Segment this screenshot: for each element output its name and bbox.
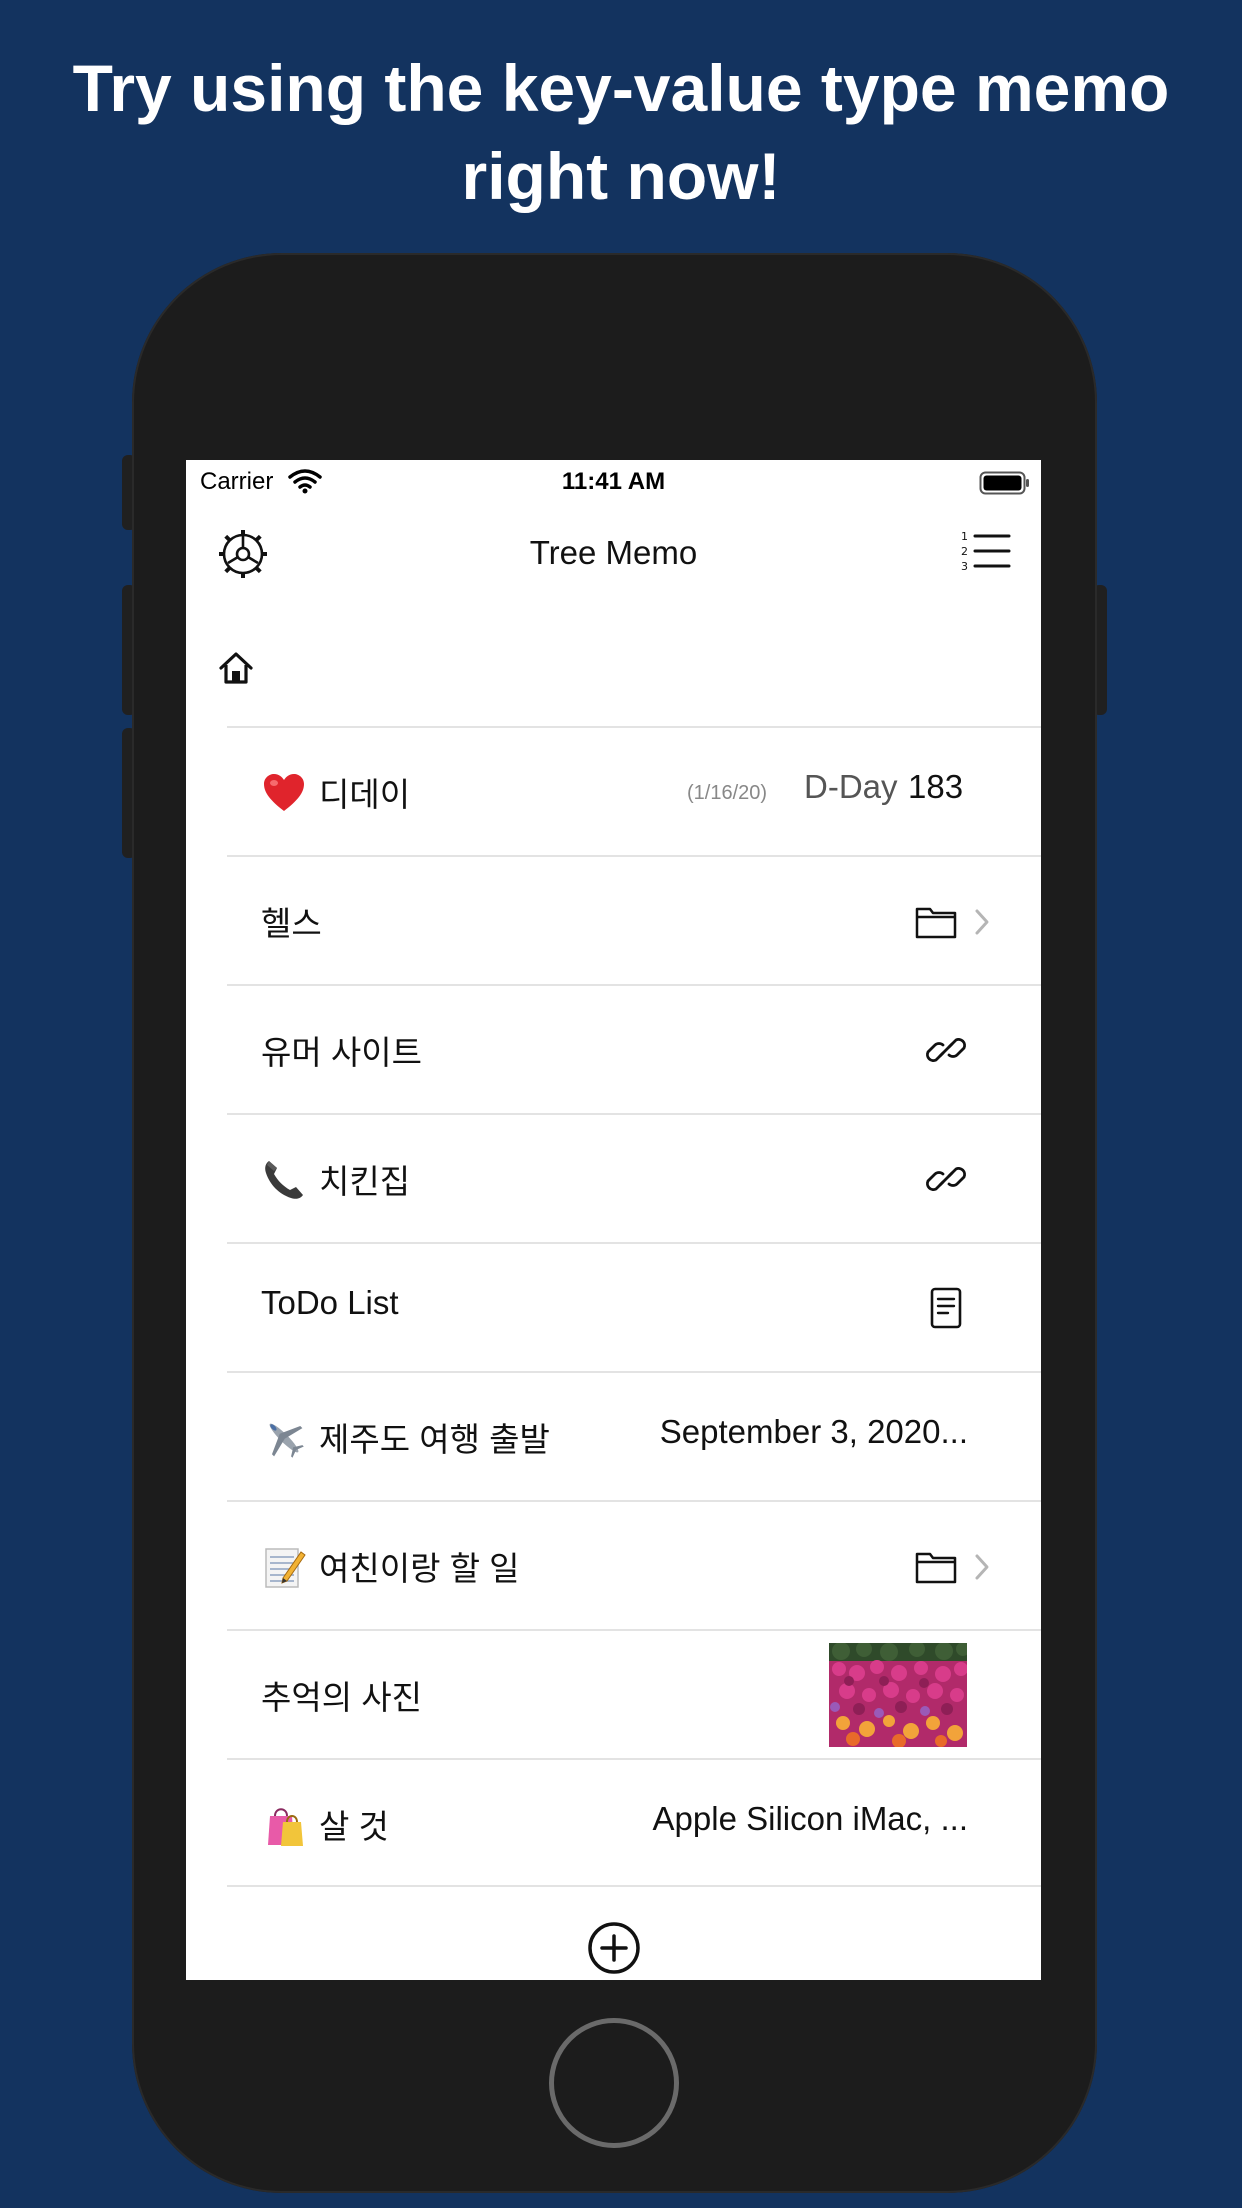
add-circle-icon[interactable] [587, 1921, 641, 1975]
navigation-bar: Tree Memo 1 2 3 [186, 504, 1041, 604]
svg-text:1: 1 [961, 530, 968, 543]
row-title: 유머 사이트 [261, 1034, 422, 1071]
row-title: 제주도 여행 출발 [319, 1421, 550, 1458]
chevron-right-icon [975, 1554, 989, 1580]
folder-icon [915, 1552, 957, 1584]
list-item-document[interactable]: ToDo List [227, 1242, 1041, 1371]
memo-list: 디데이 (1/16/20) D-Day 183 헬스 유머 사이트 치킨집 To… [227, 726, 1041, 1887]
headline: Try using the key-value type memo right … [72, 51, 1170, 213]
row-value: Apple Silicon iMac, ... [652, 1800, 968, 1837]
shopping-bags-icon [268, 1808, 303, 1846]
link-icon [926, 1167, 966, 1191]
svg-text:2: 2 [961, 545, 968, 558]
dday-date: (1/16/20) [687, 782, 768, 804]
airplane-icon [269, 1423, 304, 1458]
row-value: September 3, 2020... [659, 1413, 968, 1450]
memo-icon [265, 1548, 306, 1588]
row-title: 여친이랑 할 일 [319, 1550, 520, 1587]
list-item-text[interactable]: 살 것 Apple Silicon iMac, ... [227, 1758, 1041, 1887]
list-item-link[interactable]: 유머 사이트 [227, 984, 1041, 1113]
status-bar: Carrier 11:41 AM [186, 460, 1041, 504]
list-item-dday[interactable]: 디데이 (1/16/20) D-Day 183 [227, 726, 1041, 855]
list-item-folder[interactable]: 헬스 [227, 855, 1041, 984]
status-time: 11:41 AM [561, 468, 666, 495]
row-title: 살 것 [319, 1808, 389, 1845]
list-item-link[interactable]: 치킨집 [227, 1113, 1041, 1242]
heart-icon [264, 774, 304, 811]
row-title: 헬스 [261, 905, 322, 942]
list-item-folder[interactable]: 여친이랑 할 일 [227, 1500, 1041, 1629]
home-icon[interactable] [216, 648, 256, 688]
list-item-date[interactable]: 제주도 여행 출발 September 3, 2020... [227, 1371, 1041, 1500]
telephone-icon [265, 1161, 303, 1199]
chevron-right-icon [975, 909, 989, 935]
row-title: 치킨집 [319, 1163, 411, 1200]
page-title: Tree Memo [529, 534, 698, 571]
home-button[interactable] [549, 2018, 679, 2148]
photo-thumbnail [829, 1643, 967, 1747]
dday-count: 183 [908, 768, 964, 805]
svg-text:3: 3 [961, 560, 968, 573]
numbered-list-icon[interactable]: 1 2 3 [961, 529, 1011, 573]
row-title: ToDo List [261, 1284, 399, 1321]
dday-label: D-Day [804, 768, 898, 805]
document-icon [930, 1287, 962, 1329]
row-title: 디데이 [319, 776, 411, 813]
battery-icon [979, 471, 1029, 495]
app-screen: Carrier 11:41 AM Tree Memo 1 2 3 디데이 (1/… [186, 460, 1041, 1980]
folder-icon [915, 907, 957, 939]
list-item-photo[interactable]: 추억의 사진 [227, 1629, 1041, 1758]
row-title: 추억의 사진 [261, 1679, 422, 1716]
link-icon [926, 1038, 966, 1062]
